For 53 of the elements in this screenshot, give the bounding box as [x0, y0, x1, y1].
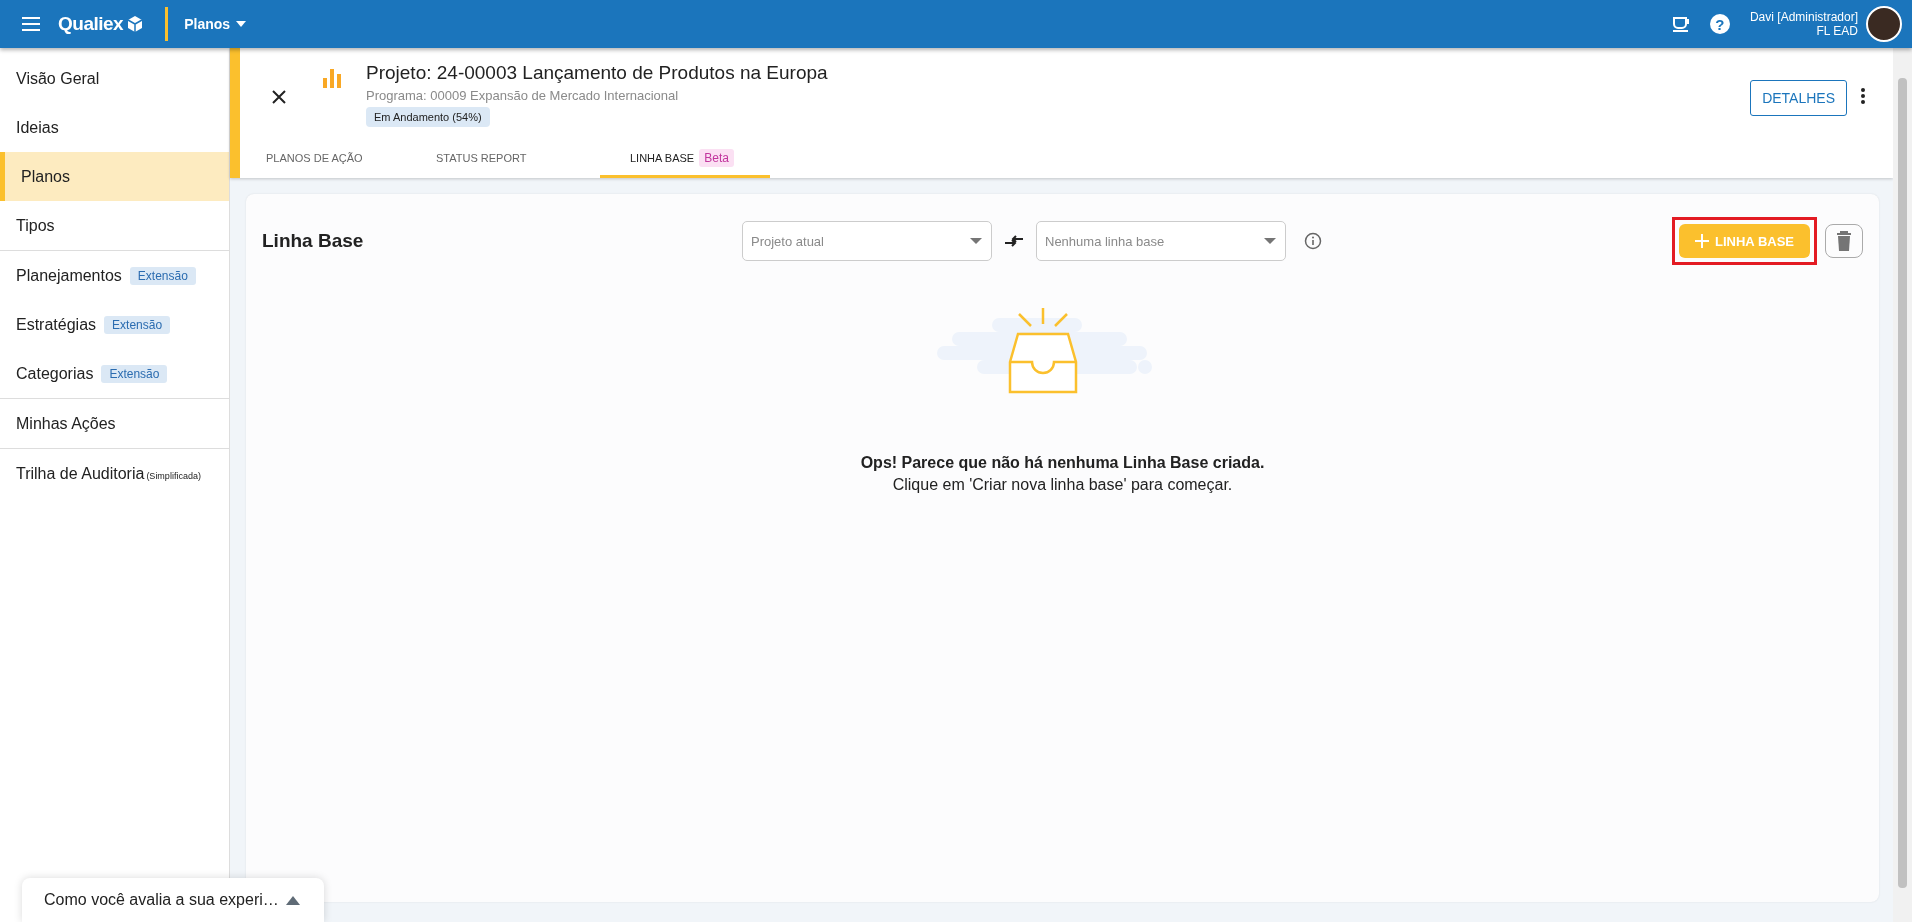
delete-icon[interactable]: [1825, 224, 1863, 258]
sidebar-item[interactable]: Categorias Extensão: [0, 349, 229, 398]
cube-icon: [127, 16, 144, 32]
sidebar-item[interactable]: Planejamentos Extensão: [0, 251, 229, 300]
avatar[interactable]: [1866, 6, 1902, 42]
item-label: Trilha de Auditoria: [16, 464, 145, 483]
empty-title: Ops! Parece que não há nenhuma Linha Base criada.: [860, 454, 1265, 472]
select-field[interactable]: Projeto atual: [742, 221, 992, 261]
close-icon[interactable]: [272, 90, 286, 104]
item-label: Estratégias: [16, 315, 97, 334]
plus-icon: [1695, 234, 1710, 248]
sidebar-item[interactable]: Ideias: [0, 103, 229, 152]
item-note: (Simplificada): [146, 470, 201, 481]
empty-subtitle: Clique em 'Criar nova linha base' para começar.: [892, 476, 1233, 494]
select-field[interactable]: Nenhuma linha base: [1036, 221, 1286, 261]
sidebar-item[interactable]: Estratégias Extensão: [0, 300, 229, 349]
sidebar-item[interactable]: Planos: [0, 152, 229, 201]
project-title: Projeto: 24-00003 Lançamento de Produtos na Europa: [366, 62, 828, 84]
tab[interactable]: PLANOS DE AÇÃO: [260, 140, 430, 178]
beta-badge: Beta: [699, 148, 734, 167]
details-button[interactable]: DETALHES: [1750, 80, 1847, 116]
extension-badge: Extensão: [101, 364, 168, 383]
info-icon[interactable]: [1304, 232, 1322, 250]
help-icon[interactable]: ?: [1709, 14, 1730, 34]
caret-icon: [1264, 238, 1276, 244]
scrollbar[interactable]: [1893, 48, 1912, 922]
caret-icon: [970, 238, 982, 244]
swap-icon[interactable]: [1004, 234, 1024, 248]
section-heading: Linha Base: [262, 230, 365, 252]
sidebar-item[interactable]: Trilha de Auditoria(Simplificada): [0, 449, 229, 498]
feedback-text: Como você avalia a sua experi…: [44, 891, 279, 909]
sidebar-item[interactable]: Visão Geral: [0, 54, 229, 103]
item-label: Planejamentos: [16, 266, 122, 285]
module-dropdown[interactable]: Planos: [184, 16, 247, 32]
tab[interactable]: STATUS REPORT: [430, 140, 600, 178]
extension-badge: Extensão: [104, 315, 171, 334]
caret-icon: [236, 21, 247, 27]
tab[interactable]: LINHA BASE Beta: [600, 140, 770, 178]
expand-icon[interactable]: [286, 895, 300, 905]
extension-badge: Extensão: [129, 266, 196, 285]
sidebar-item[interactable]: Tipos: [0, 201, 229, 250]
user-name: Davi [Administrador]: [1749, 10, 1858, 24]
menu-icon[interactable]: [22, 17, 40, 31]
feedback-popup[interactable]: Como você avalia a sua experi…: [22, 878, 324, 922]
app-logo[interactable]: Qualiex: [58, 13, 124, 35]
bar-chart-icon: [322, 68, 342, 88]
cup-icon[interactable]: [1671, 15, 1690, 33]
item-label: Categorias: [16, 364, 94, 383]
user-org: FL EAD: [1816, 24, 1858, 38]
sidebar-item[interactable]: Minhas Ações: [0, 399, 229, 448]
more-icon[interactable]: [1861, 88, 1865, 104]
status-badge: Em Andamento (54%): [366, 107, 490, 127]
program-name: Programa: 00009 Expansão de Mercado Internacional: [366, 88, 680, 103]
